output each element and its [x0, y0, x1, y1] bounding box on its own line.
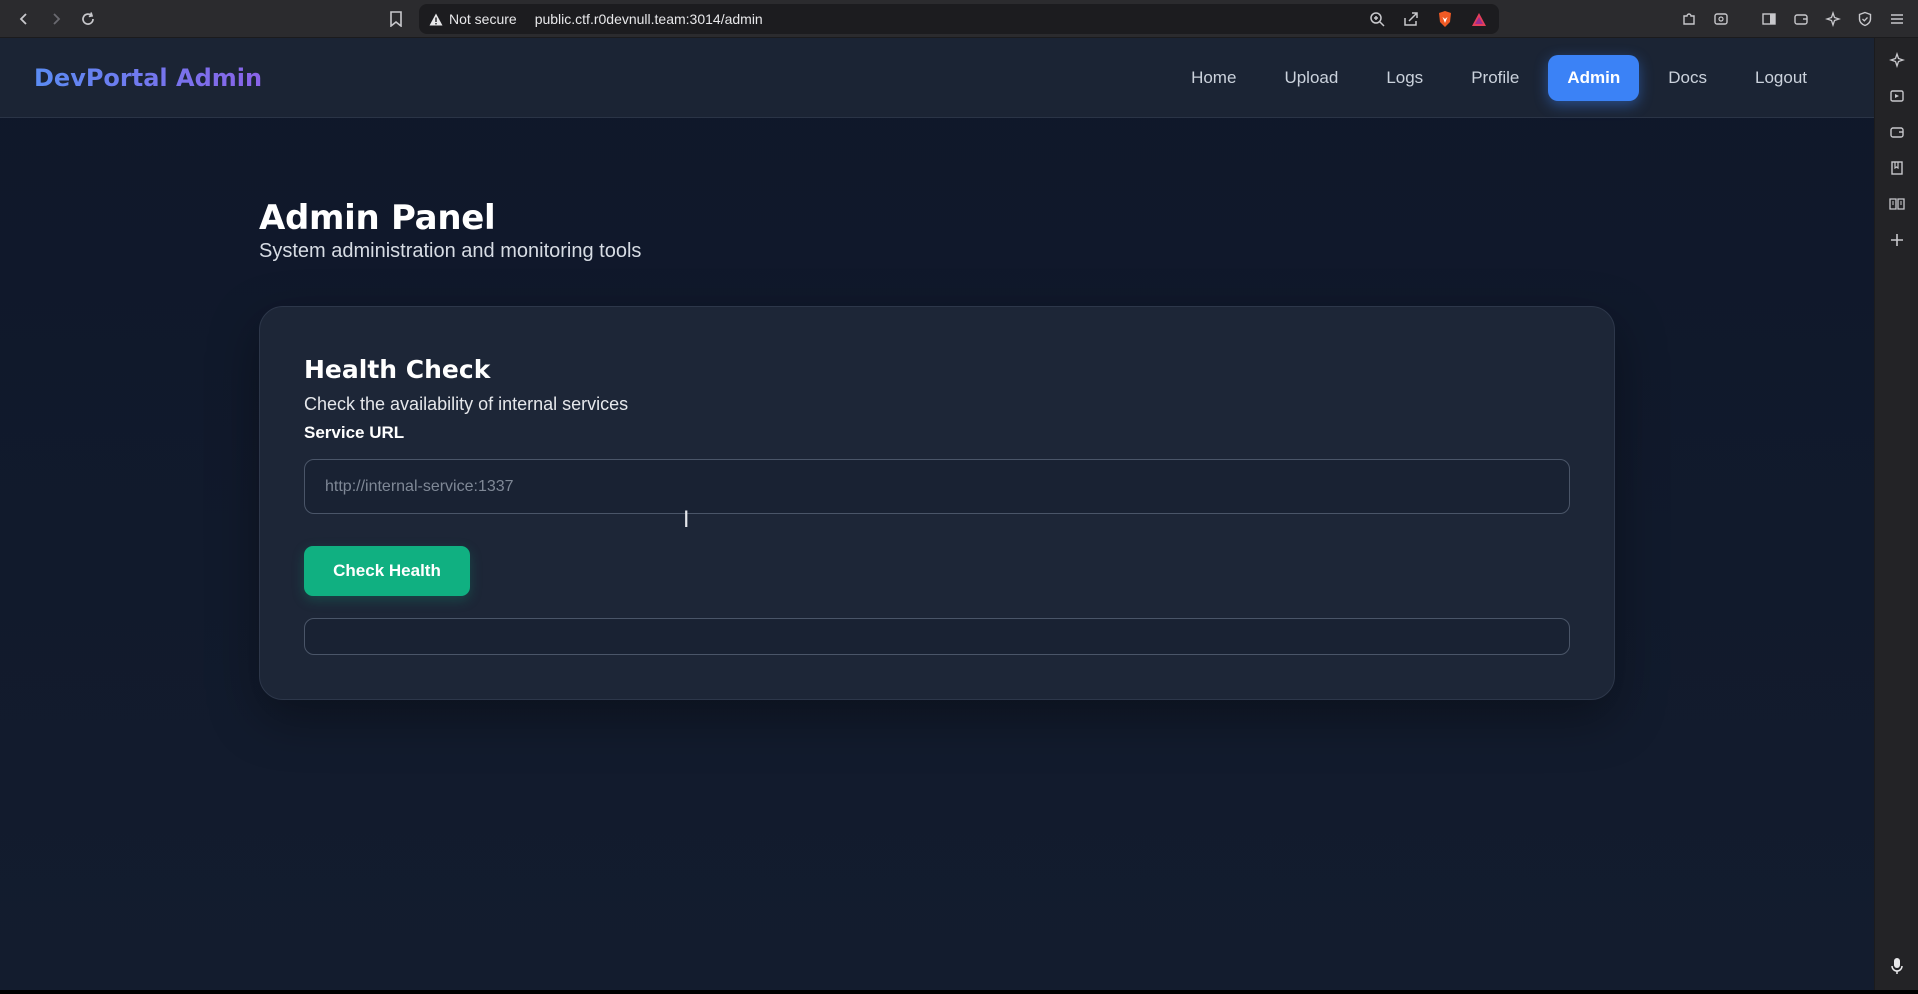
nav-admin[interactable]: Admin — [1548, 54, 1640, 101]
service-url-label: Service URL — [304, 423, 405, 442]
main-nav: Home Upload Logs Profile Admin Docs Logo… — [1172, 54, 1840, 101]
bookmark-button[interactable] — [382, 5, 410, 33]
web-page: DevPortal Admin Home Upload Logs Profile… — [0, 38, 1874, 990]
browser-toolbar: Not secure public.ctf.r0devnull.team:301… — [0, 0, 1918, 38]
url-text[interactable]: public.ctf.r0devnull.team:3014/admin — [535, 11, 763, 27]
menu-icon[interactable] — [1884, 5, 1910, 33]
security-indicator[interactable]: Not secure — [429, 11, 517, 27]
browser-extensions — [1676, 5, 1910, 33]
warning-icon — [429, 13, 443, 25]
wallet-sidebar-icon[interactable] — [1882, 118, 1912, 146]
service-url-input[interactable] — [304, 459, 1570, 514]
page-subtitle: System administration and monitoring too… — [259, 240, 642, 262]
check-health-button[interactable]: Check Health — [304, 546, 470, 596]
back-arrow-icon — [19, 12, 27, 25]
text-cursor-icon: I — [683, 508, 690, 533]
security-label: Not secure — [449, 11, 517, 27]
back-button[interactable] — [12, 5, 36, 33]
browser-sidebar — [1874, 38, 1918, 994]
vpn-shield-icon[interactable] — [1852, 5, 1878, 33]
leo-ai-icon[interactable] — [1820, 5, 1846, 33]
card-description: Check the availability of internal servi… — [304, 394, 629, 414]
nav-profile[interactable]: Profile — [1452, 55, 1538, 101]
leo-sidebar-icon[interactable] — [1882, 46, 1912, 74]
browser-nav — [0, 5, 100, 33]
nav-docs[interactable]: Docs — [1649, 55, 1726, 101]
bookmarks-sidebar-icon[interactable] — [1882, 154, 1912, 182]
add-panel-icon[interactable] — [1882, 226, 1912, 254]
brave-shield-icon[interactable] — [1433, 7, 1457, 31]
nav-upload[interactable]: Upload — [1265, 55, 1357, 101]
toolbar-divider — [1740, 5, 1750, 33]
wallet-icon[interactable] — [1788, 5, 1814, 33]
page-title: Admin Panel — [259, 198, 496, 238]
reading-list-icon[interactable] — [1882, 190, 1912, 218]
tab-search-icon[interactable] — [1708, 5, 1734, 33]
address-bar[interactable]: Not secure public.ctf.r0devnull.team:301… — [419, 4, 1499, 34]
screen-bottom-edge — [0, 990, 1918, 994]
zoom-icon[interactable] — [1365, 7, 1389, 31]
brave-rewards-icon[interactable] — [1467, 7, 1491, 31]
share-icon[interactable] — [1399, 7, 1423, 31]
nav-logs[interactable]: Logs — [1367, 55, 1442, 101]
microphone-icon[interactable] — [1882, 952, 1912, 980]
address-bar-actions — [1365, 7, 1491, 31]
nav-home[interactable]: Home — [1172, 55, 1255, 101]
reload-icon — [82, 11, 94, 25]
forward-arrow-icon — [53, 12, 61, 25]
extensions-icon[interactable] — [1676, 5, 1702, 33]
health-result-output — [304, 618, 1570, 655]
forward-button[interactable] — [44, 5, 68, 33]
main-content: Admin Panel System administration and mo… — [259, 198, 1615, 700]
playlist-icon[interactable] — [1882, 82, 1912, 110]
brand-logo[interactable]: DevPortal Admin — [34, 64, 262, 92]
health-check-card: Health Check Check the availability of i… — [259, 306, 1615, 700]
app-header: DevPortal Admin Home Upload Logs Profile… — [0, 38, 1874, 118]
bookmark-icon — [390, 11, 402, 27]
reload-button[interactable] — [76, 5, 100, 33]
card-title: Health Check — [304, 355, 491, 384]
sidebar-toggle-icon[interactable] — [1756, 5, 1782, 33]
nav-logout[interactable]: Logout — [1736, 55, 1826, 101]
